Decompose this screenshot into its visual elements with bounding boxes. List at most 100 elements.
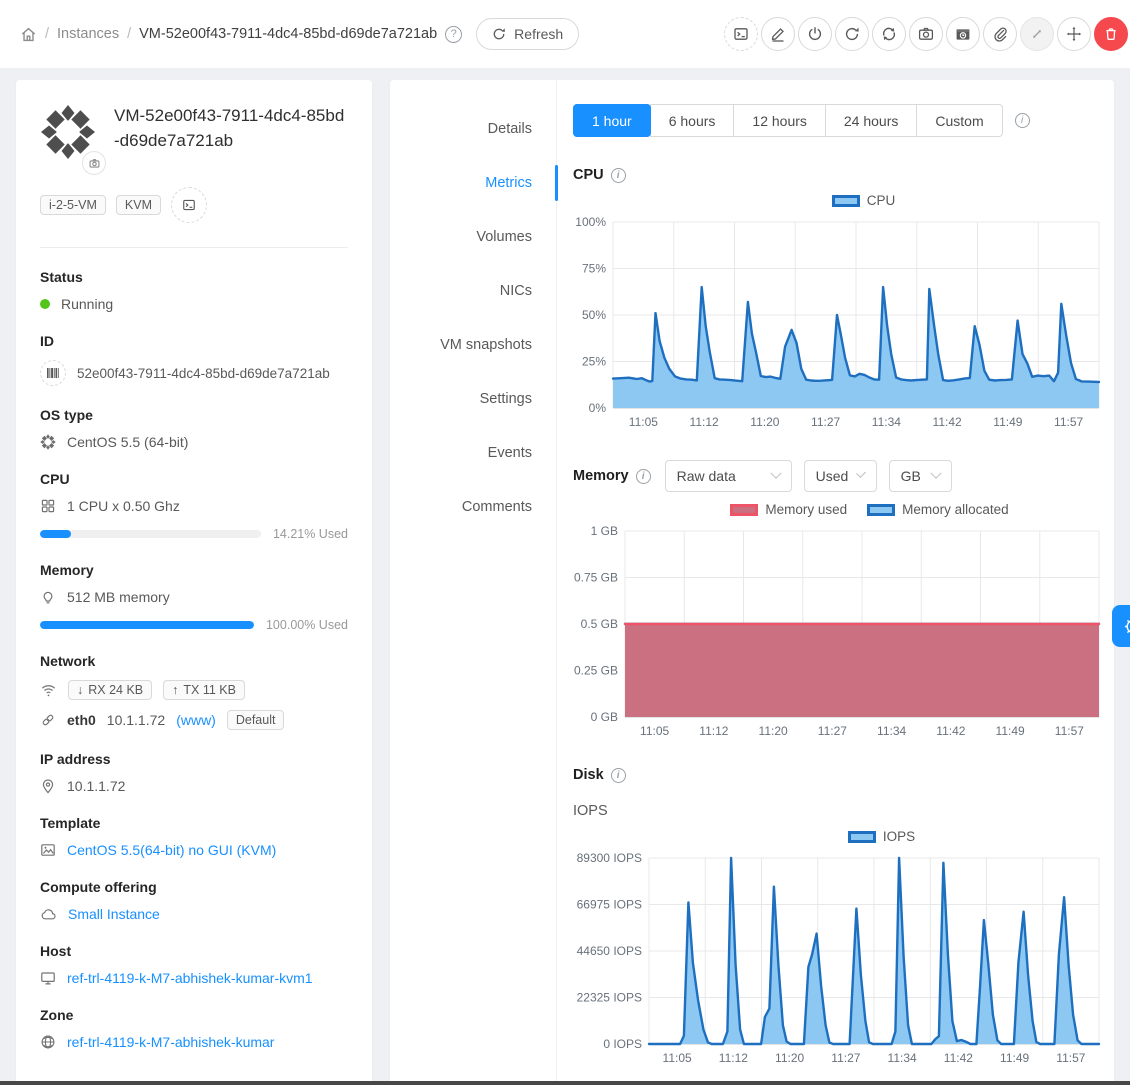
legend-item[interactable]: Memory used [730, 502, 847, 517]
os-type-value: CentOS 5.5 (64-bit) [67, 434, 188, 450]
cpu-used-label: 14.21% Used [273, 527, 348, 541]
legend-item[interactable]: IOPS [848, 829, 915, 844]
svg-text:22325 IOPS: 22325 IOPS [577, 991, 642, 1005]
migrate-move-icon [1066, 26, 1082, 42]
console-button[interactable] [724, 17, 758, 51]
field-status: Status Running [40, 269, 348, 312]
help-icon[interactable] [445, 26, 462, 43]
compute-offering-link[interactable]: Small Instance [68, 906, 160, 922]
project-settings-fab[interactable] [1112, 605, 1130, 647]
cpu-value: 1 CPU x 0.50 Ghz [67, 498, 180, 514]
edit-button[interactable] [761, 17, 795, 51]
svg-text:0.75 GB: 0.75 GB [574, 571, 618, 585]
take-snapshot-button[interactable] [909, 17, 943, 51]
cpu-section-title: CPU [573, 167, 604, 183]
chevron-down-icon [930, 468, 941, 479]
memory-info-icon[interactable] [636, 469, 651, 484]
legend-swatch-icon [730, 504, 758, 516]
breadcrumb-instances-link[interactable]: Instances [57, 26, 119, 42]
tab-settings[interactable]: Settings [390, 372, 556, 426]
gear-icon [1124, 617, 1130, 636]
tab-nics[interactable]: NICs [390, 264, 556, 318]
down-arrow-icon: ↓ [77, 683, 83, 697]
time-range-info-icon[interactable] [1015, 113, 1030, 128]
host-link[interactable]: ref-trl-4119-k-M7-abhishek-kumar-kvm1 [67, 970, 313, 986]
tab-metrics[interactable]: Metrics [390, 156, 556, 210]
destroy-vm-button[interactable] [1094, 17, 1128, 51]
svg-text:11:05: 11:05 [629, 415, 658, 429]
cpu-usage-bar [40, 530, 261, 538]
tab-details[interactable]: Details [390, 102, 556, 156]
range-6-hours[interactable]: 6 hours [650, 104, 735, 137]
svg-text:0 GB: 0 GB [591, 710, 618, 724]
template-link[interactable]: CentOS 5.5(64-bit) no GUI (KVM) [67, 842, 276, 858]
tab-events[interactable]: Events [390, 426, 556, 480]
breadcrumb-separator: / [127, 26, 131, 42]
zone-link[interactable]: ref-trl-4119-k-M7-abhishek-kumar [67, 1034, 274, 1050]
migrate-vm-button[interactable] [1057, 17, 1091, 51]
change-icon-camera-badge[interactable] [82, 151, 106, 175]
console-quick-button[interactable] [171, 187, 207, 223]
cpu-info-icon[interactable] [611, 168, 626, 183]
console-terminal-icon [733, 26, 749, 42]
tab-comments[interactable]: Comments [390, 480, 556, 534]
reboot-vm-button[interactable] [835, 17, 869, 51]
field-host: Host ref-trl-4119-k-M7-abhishek-kumar-kv… [40, 943, 348, 986]
attach-iso-button[interactable] [983, 17, 1017, 51]
svg-text:11:12: 11:12 [699, 724, 728, 738]
range-24-hours[interactable]: 24 hours [825, 104, 917, 137]
range-12-hours[interactable]: 12 hours [733, 104, 825, 137]
svg-text:66975 IOPS: 66975 IOPS [577, 898, 642, 912]
status-value: Running [61, 296, 113, 312]
console-terminal-icon [182, 198, 196, 212]
svg-text:11:20: 11:20 [750, 415, 779, 429]
range-custom[interactable]: Custom [916, 104, 1002, 137]
edit-pencil-icon [770, 26, 786, 42]
vm-detail-card: Details Metrics Volumes NICs VM snapshot… [390, 80, 1114, 1085]
breadcrumb-current-vm: VM-52e00f43-7911-4dc4-85bd-d69de7a721ab [139, 26, 437, 42]
content-area: VM-52e00f43-7911-4dc4-85bd-d69de7a721ab … [0, 68, 1130, 1085]
tab-vm-snapshots[interactable]: VM snapshots [390, 318, 556, 372]
legend-item[interactable]: CPU [832, 193, 896, 208]
disk-info-icon[interactable] [611, 768, 626, 783]
svg-text:11:27: 11:27 [831, 1051, 860, 1065]
cpu-grid-icon [40, 498, 56, 514]
recurring-snapshot-icon [955, 26, 971, 42]
network-name-link[interactable]: (www) [176, 712, 216, 728]
recurring-snapshot-button[interactable] [946, 17, 980, 51]
memory-used-label: 100.00% Used [266, 618, 348, 632]
svg-text:0 IOPS: 0 IOPS [603, 1037, 642, 1051]
refresh-button[interactable]: Refresh [476, 18, 579, 50]
memory-data-mode-select[interactable]: Raw data [665, 460, 792, 492]
svg-text:50%: 50% [582, 308, 606, 322]
range-1-hour[interactable]: 1 hour [573, 104, 651, 137]
memory-section-title: Memory [573, 468, 629, 484]
iops-subtitle: IOPS [573, 803, 1114, 819]
scale-vm-button[interactable] [1020, 17, 1054, 51]
home-icon[interactable] [20, 26, 37, 43]
reinstall-vm-button[interactable] [872, 17, 906, 51]
svg-text:11:42: 11:42 [933, 415, 962, 429]
svg-text:11:57: 11:57 [1054, 415, 1083, 429]
cpu-chart: 0%25%50%75%100%11:0511:1211:2011:2711:34… [573, 214, 1114, 434]
legend-swatch-icon [832, 195, 860, 207]
time-range-control: 1 hour 6 hours 12 hours 24 hours Custom [573, 104, 1114, 137]
cpu-chart-legend: CPU [573, 193, 1114, 208]
svg-text:11:49: 11:49 [1000, 1051, 1029, 1065]
svg-text:11:27: 11:27 [811, 415, 840, 429]
svg-text:11:20: 11:20 [759, 724, 788, 738]
legend-label: IOPS [883, 829, 915, 844]
disk-section-title: Disk [573, 767, 604, 783]
legend-item[interactable]: Memory allocated [867, 502, 1009, 517]
memory-metric-select[interactable]: Used [804, 460, 877, 492]
vm-info-card: VM-52e00f43-7911-4dc4-85bd-d69de7a721ab … [16, 80, 372, 1085]
vm-internal-name-tag: i-2-5-VM [40, 195, 106, 215]
zone-globe-icon [40, 1034, 56, 1050]
stop-vm-button[interactable] [798, 17, 832, 51]
rx-tag: ↓ RX 24 KB [68, 680, 152, 700]
memory-unit-select[interactable]: GB [889, 460, 952, 492]
breadcrumb-separator: / [45, 26, 49, 42]
tab-volumes[interactable]: Volumes [390, 210, 556, 264]
memory-bulb-icon [40, 589, 56, 605]
svg-text:25%: 25% [582, 355, 606, 369]
